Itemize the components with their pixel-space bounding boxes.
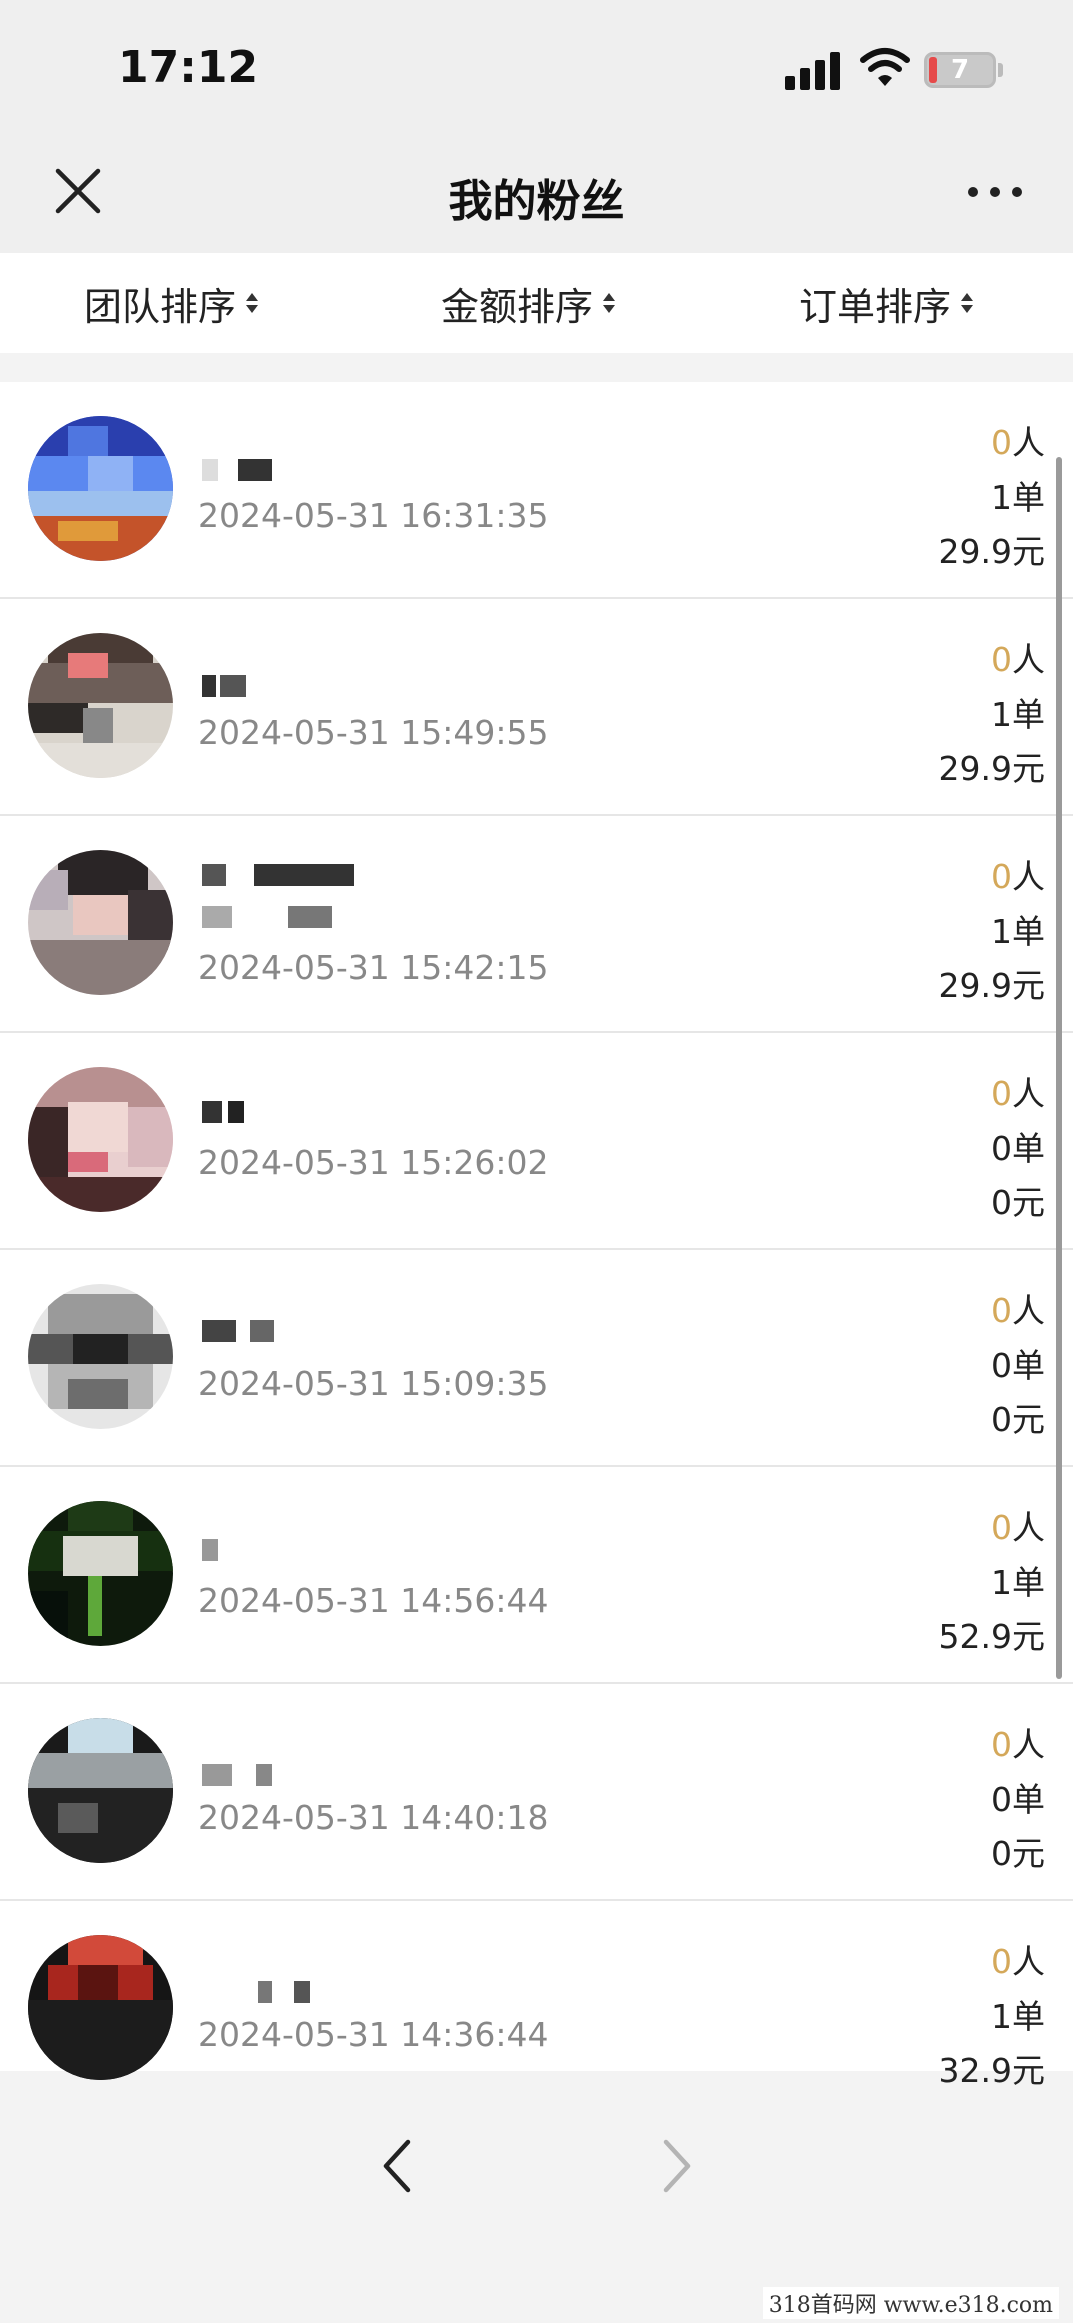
sort-amount-label: 金额排序 [441, 284, 594, 329]
sort-order-label: 订单排序 [799, 284, 952, 329]
fan-join-time: 2024-05-31 15:26:02 [198, 1143, 549, 1182]
fan-amount: 29.9元 [938, 749, 1045, 788]
sort-bar: 团队排序 金额排序 订单排序 [0, 253, 1073, 353]
avatar [28, 416, 173, 561]
fan-join-time: 2024-05-31 15:09:35 [198, 1364, 549, 1403]
fan-amount: 52.9元 [938, 1617, 1045, 1656]
fan-order-count: 0单 [991, 1346, 1045, 1385]
status-time: 17:12 [118, 42, 259, 93]
avatar [28, 1284, 173, 1429]
fan-team-count: 0人 [991, 423, 1045, 462]
fan-join-time: 2024-05-31 15:42:15 [198, 948, 549, 987]
signal-icon [785, 50, 841, 90]
fan-join-time: 2024-05-31 16:31:35 [198, 496, 549, 535]
fan-amount: 0元 [991, 1400, 1045, 1439]
fan-order-count: 1单 [991, 478, 1045, 517]
fan-list: 2024-05-31 16:31:35 0人 1单 29.9元 2024-05-… [0, 382, 1073, 2090]
fan-item[interactable]: 2024-05-31 14:40:18 0人 0单 0元 [0, 1684, 1073, 1901]
fan-amount: 29.9元 [938, 532, 1045, 571]
fan-join-time: 2024-05-31 14:36:44 [198, 2015, 549, 2054]
sort-team-label: 团队排序 [84, 284, 237, 329]
battery-level: 7 [950, 55, 970, 85]
fan-team-count: 0人 [991, 640, 1045, 679]
sort-arrows-icon [246, 293, 259, 313]
sort-arrows-icon [961, 293, 974, 313]
avatar [28, 1935, 173, 2080]
fan-order-count: 1单 [991, 1997, 1045, 2036]
sort-arrows-icon [603, 293, 616, 313]
fan-team-count: 0人 [991, 1725, 1045, 1764]
bottom-toolbar: 318首码网 www.e318.com [0, 2094, 1073, 2323]
avatar [28, 1718, 173, 1863]
fan-order-count: 1单 [991, 1563, 1045, 1602]
more-icon[interactable] [968, 181, 1022, 201]
status-bar: 17:12 7 [0, 0, 1073, 135]
nav-bar: 我的粉丝 [0, 135, 1073, 253]
fan-order-count: 0单 [991, 1129, 1045, 1168]
fan-item[interactable]: 2024-05-31 16:31:35 0人 1单 29.9元 [0, 382, 1073, 599]
avatar [28, 1501, 173, 1646]
fan-team-count: 0人 [991, 1074, 1045, 1113]
fan-team-count: 0人 [991, 1942, 1045, 1981]
avatar [28, 633, 173, 778]
chevron-right-icon[interactable] [656, 2136, 696, 2196]
fan-item[interactable]: 2024-05-31 15:26:02 0人 0单 0元 [0, 1033, 1073, 1250]
fan-item[interactable]: 2024-05-31 14:36:44 0人 1单 32.9元 [0, 1901, 1073, 2090]
page-title: 我的粉丝 [448, 176, 625, 227]
avatar [28, 850, 173, 995]
watermark: 318首码网 www.e318.com [762, 2287, 1059, 2319]
avatar [28, 1067, 173, 1212]
fan-order-count: 0单 [991, 1780, 1045, 1819]
fan-item[interactable]: 2024-05-31 15:09:35 0人 0单 0元 [0, 1250, 1073, 1467]
fan-team-count: 0人 [991, 1291, 1045, 1330]
fan-team-count: 0人 [991, 857, 1045, 896]
battery-tip [998, 63, 1003, 77]
sort-order-button[interactable]: 订单排序 [799, 278, 974, 329]
wifi-icon [860, 48, 910, 86]
fan-amount: 0元 [991, 1183, 1045, 1222]
fan-order-count: 1单 [991, 912, 1045, 951]
fan-amount: 32.9元 [938, 2051, 1045, 2090]
sort-team-button[interactable]: 团队排序 [84, 278, 259, 329]
fan-team-count: 0人 [991, 1508, 1045, 1547]
battery-icon: 7 [924, 52, 996, 88]
fan-item[interactable]: 2024-05-31 15:42:15 0人 1单 29.9元 [0, 816, 1073, 1033]
fan-item[interactable]: 2024-05-31 14:56:44 0人 1单 52.9元 [0, 1467, 1073, 1684]
fan-join-time: 2024-05-31 14:56:44 [198, 1581, 549, 1620]
chevron-left-icon[interactable] [378, 2136, 418, 2196]
fan-join-time: 2024-05-31 15:49:55 [198, 713, 549, 752]
fan-item[interactable]: 2024-05-31 15:49:55 0人 1单 29.9元 [0, 599, 1073, 816]
sort-amount-button[interactable]: 金额排序 [441, 278, 616, 329]
fan-order-count: 1单 [991, 695, 1045, 734]
fan-join-time: 2024-05-31 14:40:18 [198, 1798, 549, 1837]
fan-amount: 29.9元 [938, 966, 1045, 1005]
scrollbar[interactable] [1056, 457, 1062, 1679]
fan-amount: 0元 [991, 1834, 1045, 1873]
